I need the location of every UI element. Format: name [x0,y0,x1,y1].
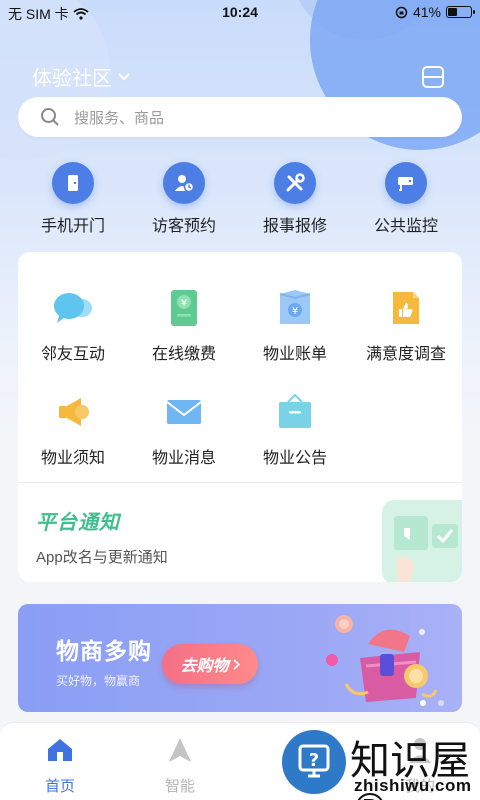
announcement-icon [273,390,317,434]
camera-icon [385,162,427,204]
payment-icon: ¥ [162,286,206,330]
quick-action-label: 手机开门 [40,218,105,235]
thumb-up-icon [384,286,428,330]
bill-icon: ¥ [273,286,317,330]
platform-notice-link[interactable]: App改名与更新通知 [36,546,168,567]
visitor-icon [163,162,205,204]
platform-notice-title: 平台通知 [36,512,120,534]
quick-action-door[interactable]: 手机开门 [23,162,123,236]
service-label: 物业公告 [262,450,327,467]
tab-label: 首页 [44,778,75,795]
community-selector[interactable]: 体验社区 [32,62,130,91]
services-card: 邻友互动 ¥ 在线缴费 ¥ 物业账单 满意度调查 物业须知 物业消息 物业公告 [18,252,462,582]
watermark-domain: zhishiwu.com [354,776,472,795]
carousel-dot [438,700,444,706]
chat-bubble-icon [51,286,95,330]
quick-actions: 手机开门 访客预约 报事报修 公共监控 [18,162,462,242]
chevron-right-icon [232,658,240,670]
svg-text:¥: ¥ [181,298,187,309]
divider [18,482,462,483]
battery-icon [446,6,475,18]
service-label: 邻友互动 [40,346,105,363]
tab-home[interactable]: 首页 [20,735,100,796]
go-shopping-button[interactable]: 去购物 [162,644,258,684]
svg-text:?: ? [309,750,319,771]
banner-subtitle: 买好物，物赢商 [56,674,141,688]
tools-icon [274,162,316,204]
service-label: 物业须知 [40,450,105,467]
watermark-logo: ? [282,730,346,794]
orientation-lock-icon [395,6,408,18]
door-icon [52,162,94,204]
service-property-message[interactable]: 物业消息 [129,390,239,468]
search-input[interactable]: 搜服务、商品 [74,107,164,128]
go-shopping-label: 去购物 [180,658,229,675]
home-icon [20,735,100,765]
quick-action-label: 报事报修 [262,218,327,235]
service-label: 在线缴费 [151,346,216,363]
navigation-icon [140,735,220,765]
tab-label: 智能 [164,778,195,795]
carousel-dot-active [420,700,426,706]
battery-percent: 41% [412,4,441,20]
battery-level [448,8,457,16]
service-property-announcement[interactable]: 物业公告 [240,390,350,468]
envelope-icon [162,390,206,434]
quick-action-visitor[interactable]: 访客预约 [134,162,234,236]
quick-action-label: 公共监控 [373,218,438,235]
service-label: 物业消息 [151,450,216,467]
quick-action-camera[interactable]: 公共监控 [356,162,456,236]
service-satisfaction-survey[interactable]: 满意度调查 [351,286,461,364]
promo-banner[interactable]: 物商多购 买好物，物赢商 去购物 [18,604,462,712]
quick-action-repair[interactable]: 报事报修 [245,162,345,236]
service-property-bill[interactable]: ¥ 物业账单 [240,286,350,364]
search-icon [41,108,59,126]
gift-box-illustration [326,615,438,702]
service-online-payment[interactable]: ¥ 在线缴费 [129,286,239,364]
chevron-down-icon [118,72,130,80]
tab-smart[interactable]: 智能 [140,735,220,796]
quick-action-label: 访客预约 [151,218,216,235]
svg-text:¥: ¥ [292,306,298,317]
scan-icon[interactable] [422,66,444,88]
service-property-notice[interactable]: 物业须知 [18,390,128,468]
service-label: 物业账单 [262,346,327,363]
service-neighbor-chat[interactable]: 邻友互动 [18,286,128,364]
megaphone-icon [51,390,95,434]
watermark: ? 知识屋® zhishiwu.com [280,726,480,800]
search-bar[interactable]: 搜服务、商品 [18,97,462,137]
notice-illustration [382,500,462,582]
community-name: 体验社区 [32,68,112,90]
status-right: 41% [395,4,475,20]
service-label: 满意度调查 [365,346,446,363]
banner-title: 物商多购 [56,638,152,664]
status-bar: 无 SIM 卡 10:24 41% [0,0,480,24]
